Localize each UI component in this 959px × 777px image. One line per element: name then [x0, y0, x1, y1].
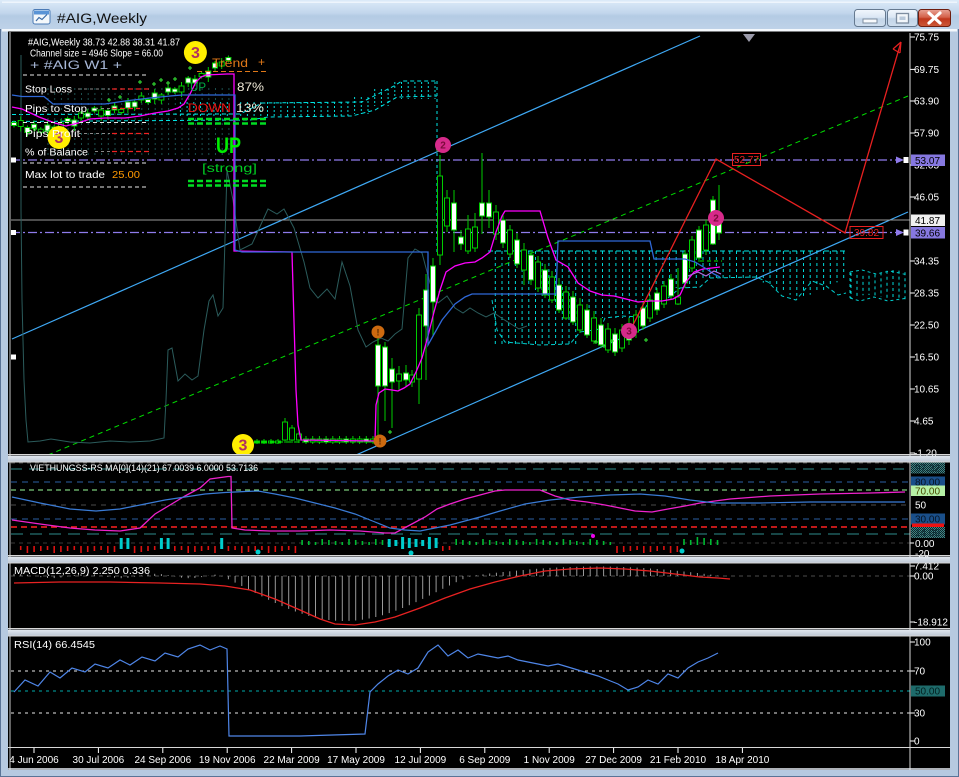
svg-text:Trend: Trend	[212, 56, 248, 70]
svg-text:#AIG,Weekly 38.73 42.88 38.31: #AIG,Weekly 38.73 42.88 38.31 41.87	[28, 38, 180, 49]
svg-text:Max lot to trade: Max lot to trade	[25, 170, 106, 181]
svg-text:27 Dec 2009: 27 Dec 2009	[585, 755, 642, 766]
svg-text:0.00: 0.00	[914, 572, 934, 583]
svg-text:2: 2	[440, 141, 446, 152]
svg-text:% of Balance: % of Balance	[25, 148, 88, 159]
svg-text:UP: UP	[190, 80, 206, 94]
svg-text:+: +	[258, 55, 265, 69]
svg-text:1 Nov 2009: 1 Nov 2009	[524, 755, 576, 766]
svg-text:34.35: 34.35	[914, 257, 939, 268]
svg-text:57.90: 57.90	[914, 129, 939, 140]
svg-text:75.75: 75.75	[914, 33, 939, 44]
svg-text:53.07: 53.07	[915, 156, 940, 167]
svg-text:69.75: 69.75	[914, 65, 939, 76]
svg-text:RSI(14) 66.4545: RSI(14) 66.4545	[14, 640, 95, 651]
svg-text:16.50: 16.50	[914, 353, 939, 364]
svg-text:4.65: 4.65	[914, 417, 934, 428]
svg-text:30 Jul 2006: 30 Jul 2006	[73, 755, 125, 766]
svg-text:!: !	[379, 437, 382, 447]
svg-text:3: 3	[239, 438, 248, 455]
svg-text:Pips to Stop: Pips to Stop	[25, 104, 88, 115]
svg-text:+ #AIG W1 +: + #AIG W1 +	[30, 60, 122, 72]
svg-text:14.09: 14.09	[915, 528, 940, 539]
svg-text:3: 3	[191, 45, 200, 62]
svg-text:70.00: 70.00	[915, 487, 940, 498]
svg-text:18 Apr 2010: 18 Apr 2010	[715, 755, 769, 766]
svg-text:19 Nov 2006: 19 Nov 2006	[199, 755, 256, 766]
svg-text:0: 0	[914, 737, 920, 748]
svg-text:22.50: 22.50	[914, 321, 939, 332]
svg-text:Pips Profit: Pips Profit	[25, 129, 80, 140]
svg-text:39.66: 39.66	[915, 229, 940, 240]
svg-text:97.32: 97.32	[915, 464, 940, 475]
svg-text:2: 2	[713, 214, 719, 225]
svg-text:39.82: 39.82	[854, 228, 879, 239]
svg-text:17 May 2009: 17 May 2009	[327, 755, 385, 766]
svg-text:MACD(12,26,9) 2.250 0.336: MACD(12,26,9) 2.250 0.336	[14, 566, 150, 577]
svg-text:28.35: 28.35	[914, 289, 939, 300]
svg-text:25.00: 25.00	[112, 170, 140, 181]
svg-text:50.00: 50.00	[915, 687, 940, 698]
svg-text:100: 100	[914, 638, 931, 649]
svg-text:4 Jun 2006: 4 Jun 2006	[9, 755, 59, 766]
svg-text:Stop Loss: Stop Loss	[25, 85, 72, 96]
svg-text:13%: 13%	[236, 101, 264, 115]
svg-text:-18.912: -18.912	[914, 618, 948, 629]
svg-text:30: 30	[914, 709, 926, 720]
svg-text:10.65: 10.65	[914, 385, 939, 396]
svg-text:#AIG,Weekly: #AIG,Weekly	[57, 11, 147, 26]
svg-text:41.87: 41.87	[915, 216, 940, 227]
svg-text:50: 50	[915, 501, 927, 512]
svg-text:22 Mar 2009: 22 Mar 2009	[264, 755, 321, 766]
svg-text:6 Sep 2009: 6 Sep 2009	[459, 755, 511, 766]
svg-text:3: 3	[626, 327, 632, 338]
svg-text:Channel size = 4946 Slope = 66: Channel size = 4946 Slope = 66.00	[30, 49, 163, 60]
svg-text:VIETHUNGSS-RS MA[0](14)(21) 67: VIETHUNGSS-RS MA[0](14)(21) 67.0039 6.00…	[30, 463, 258, 474]
svg-text:52.77: 52.77	[734, 155, 759, 166]
svg-text:UP: UP	[216, 133, 241, 158]
svg-text:24 Sep 2006: 24 Sep 2006	[134, 755, 191, 766]
svg-text:70: 70	[914, 667, 926, 678]
svg-text:12 Jul 2009: 12 Jul 2009	[395, 755, 447, 766]
svg-text:87%: 87%	[237, 80, 264, 94]
svg-text:63.90: 63.90	[914, 97, 939, 108]
svg-text:!: !	[377, 328, 380, 338]
svg-text:DOWN: DOWN	[188, 101, 231, 115]
svg-text:46.05: 46.05	[914, 193, 939, 204]
svg-text:[strong]: [strong]	[202, 161, 257, 175]
svg-text:21 Feb 2010: 21 Feb 2010	[650, 755, 707, 766]
